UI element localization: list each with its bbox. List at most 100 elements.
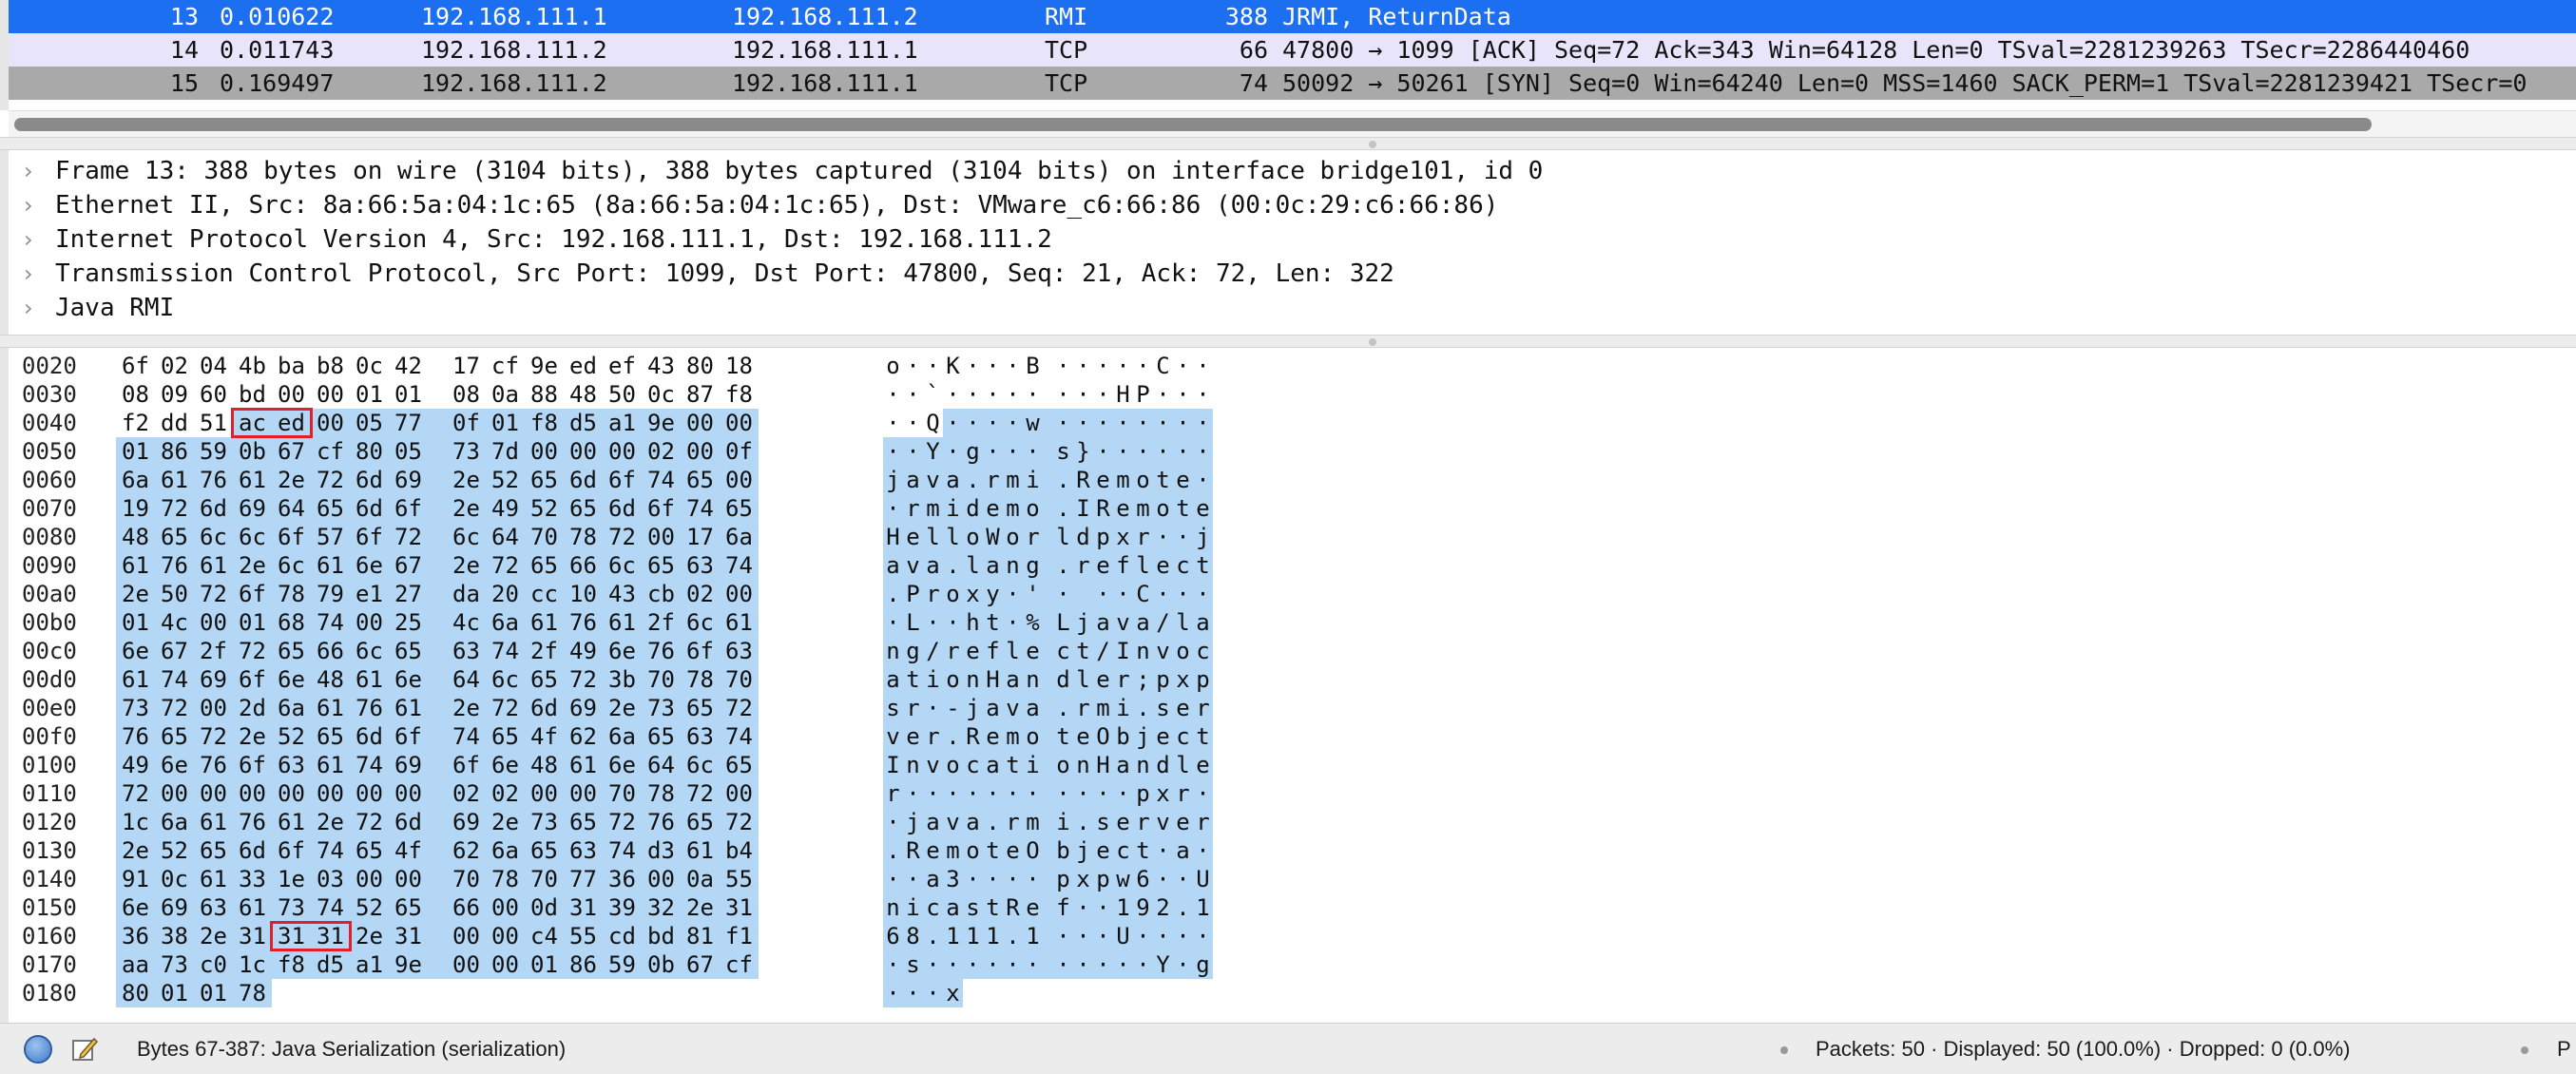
hex-byte[interactable]: 09 <box>160 380 189 409</box>
ascii-char[interactable]: · <box>1133 922 1153 950</box>
hex-byte[interactable]: 64 <box>452 665 481 694</box>
ascii-char[interactable]: r <box>1073 694 1093 722</box>
ascii-char[interactable]: r <box>903 694 923 722</box>
ascii-char[interactable]: R <box>1073 466 1093 494</box>
hex-byte[interactable]: 61 <box>121 665 150 694</box>
hex-byte[interactable]: 72 <box>724 694 754 722</box>
ascii-char[interactable]: · <box>883 608 903 637</box>
ascii-char[interactable]: · <box>1173 922 1193 950</box>
hex-byte[interactable]: 49 <box>490 494 520 523</box>
hex-byte[interactable]: 52 <box>490 466 520 494</box>
ascii-char[interactable]: t <box>1193 551 1213 580</box>
hex-dump-line[interactable]: 0110 72 00 00 00 00 00 00 00 02 02 00 00 70 78 72 00 r · · ·… <box>9 779 1210 808</box>
ascii-char[interactable]: · <box>1093 352 1113 380</box>
hex-byte[interactable]: 6f <box>452 751 481 779</box>
ascii-char[interactable]: i <box>1023 466 1043 494</box>
hex-byte[interactable]: 27 <box>394 580 423 608</box>
ascii-char[interactable]: · <box>883 950 903 979</box>
chevron-right-icon[interactable]: › <box>24 154 43 188</box>
hex-byte[interactable]: ed <box>568 352 598 380</box>
hex-byte[interactable]: 00 <box>646 523 676 551</box>
ascii-char[interactable]: U <box>1113 922 1133 950</box>
hex-byte[interactable]: 76 <box>121 722 150 751</box>
ascii-char[interactable]: j <box>883 466 903 494</box>
hex-byte[interactable]: 72 <box>685 779 715 808</box>
hex-dump-line[interactable]: 0020 6f 02 04 4b ba b8 0c 42 17 cf 9e ed ef 43 80 18 o · · K… <box>9 352 1210 380</box>
hex-byte[interactable]: 78 <box>490 865 520 893</box>
ascii-char[interactable]: a <box>1173 836 1193 865</box>
hex-byte[interactable]: 0c <box>355 352 384 380</box>
ascii-char[interactable]: W <box>983 523 1003 551</box>
ascii-char[interactable]: j <box>1193 523 1213 551</box>
hex-byte[interactable]: 74 <box>490 637 520 665</box>
ascii-char[interactable]: t <box>1053 722 1073 751</box>
hex-byte[interactable]: 72 <box>355 808 384 836</box>
ascii-char[interactable]: n <box>963 665 983 694</box>
ascii-char[interactable]: r <box>1003 808 1023 836</box>
ascii-char[interactable]: · <box>1003 437 1023 466</box>
ascii-char[interactable]: · <box>983 950 1003 979</box>
hex-byte[interactable]: 50 <box>160 580 189 608</box>
ascii-char[interactable]: p <box>1093 523 1113 551</box>
ascii-char[interactable]: s <box>903 950 923 979</box>
ascii-char[interactable]: e <box>1193 494 1213 523</box>
ascii-char[interactable]: h <box>963 608 983 637</box>
ascii-char[interactable]: · <box>1133 352 1153 380</box>
hex-byte[interactable]: 65 <box>685 808 715 836</box>
ascii-char[interactable]: · <box>923 352 943 380</box>
hex-byte[interactable]: 02 <box>490 779 520 808</box>
ascii-char[interactable]: K <box>943 352 963 380</box>
ascii-char[interactable]: · <box>903 352 923 380</box>
ascii-char[interactable]: · <box>1093 950 1113 979</box>
hex-byte[interactable]: 25 <box>394 608 423 637</box>
chevron-right-icon[interactable]: › <box>24 291 43 325</box>
hex-byte[interactable]: 6e <box>121 637 150 665</box>
ascii-char[interactable]: l <box>1073 665 1093 694</box>
hex-byte[interactable]: 6f <box>394 722 423 751</box>
hex-byte[interactable]: 4b <box>238 352 267 380</box>
hex-byte[interactable]: 65 <box>724 751 754 779</box>
ascii-char[interactable]: e <box>1023 893 1043 922</box>
hex-byte[interactable]: 55 <box>568 922 598 950</box>
hex-byte[interactable]: 01 <box>355 380 384 409</box>
hex-byte[interactable]: 70 <box>452 865 481 893</box>
ascii-char[interactable]: · <box>923 979 943 1007</box>
ascii-char[interactable]: s <box>1093 808 1113 836</box>
ascii-char[interactable]: · <box>1173 580 1193 608</box>
packet-row[interactable]: 14 0.011743 192.168.111.2 192.168.111.1 … <box>9 33 2576 67</box>
hex-byte[interactable]: 01 <box>121 608 150 637</box>
hex-byte[interactable]: 74 <box>685 494 715 523</box>
profile-label[interactable]: P <box>2557 1024 2571 1074</box>
ascii-char[interactable]: t <box>1003 751 1023 779</box>
ascii-char[interactable]: r <box>1133 523 1153 551</box>
ascii-char[interactable]: · <box>1153 580 1173 608</box>
hex-byte[interactable]: c0 <box>199 950 228 979</box>
ascii-char[interactable]: r <box>1193 808 1213 836</box>
hex-byte[interactable]: 0b <box>646 950 676 979</box>
ascii-char[interactable]: a <box>1193 608 1213 637</box>
ascii-char[interactable]: v <box>1153 637 1173 665</box>
ascii-char[interactable]: v <box>943 808 963 836</box>
ascii-char[interactable]: / <box>923 637 943 665</box>
ascii-char[interactable]: R <box>903 836 923 865</box>
ascii-char[interactable]: w <box>1113 865 1133 893</box>
hex-byte[interactable]: 73 <box>121 694 150 722</box>
hex-byte[interactable]: 6a <box>724 523 754 551</box>
ascii-char[interactable]: r <box>883 779 903 808</box>
ascii-char[interactable]: p <box>1193 665 1213 694</box>
hex-byte[interactable]: 72 <box>490 694 520 722</box>
ascii-char[interactable]: s <box>883 694 903 722</box>
hex-byte[interactable]: 65 <box>568 494 598 523</box>
hex-byte[interactable]: c4 <box>529 922 559 950</box>
ascii-char[interactable]: · <box>1173 409 1193 437</box>
hex-byte[interactable]: 02 <box>452 779 481 808</box>
hex-byte[interactable]: 78 <box>277 580 306 608</box>
ascii-char[interactable]: · <box>1173 352 1193 380</box>
ascii-char[interactable]: v <box>923 751 943 779</box>
ascii-char[interactable]: · <box>883 409 903 437</box>
hex-byte[interactable]: 74 <box>355 751 384 779</box>
hex-byte[interactable]: 00 <box>724 580 754 608</box>
ascii-char[interactable]: · <box>943 380 963 409</box>
ascii-char[interactable]: i <box>1053 808 1073 836</box>
ascii-char[interactable]: a <box>1133 608 1153 637</box>
